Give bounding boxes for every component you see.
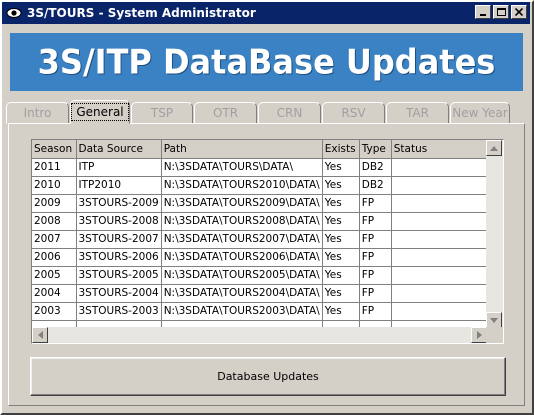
maximize-button[interactable] [493,5,509,19]
cell-status[interactable] [391,302,490,321]
cell-path[interactable]: N:\3SDATA\TOURS2003\DATA\ [161,302,323,321]
column-header-status[interactable]: Status [391,140,490,159]
cell-season[interactable]: 2007 [32,230,77,249]
table-row[interactable]: 2009 3STOURS-2009 N:\3SDATA\TOURS2009\DATA… [32,194,490,213]
cell-exists[interactable]: Yes [322,176,360,195]
cell-data-source[interactable]: 3STOURS-2004 [76,284,162,303]
tab-tar[interactable]: TAR [386,102,449,124]
data-sources-table: Season Data Source Path Exists Type Stat… [32,140,490,339]
cell-data-source[interactable]: 3STOURS-2003 [76,302,162,321]
cell-exists[interactable]: Yes [322,302,360,321]
cell-type[interactable]: DB2 [359,176,392,195]
cell-path[interactable]: N:\3SDATA\TOURS2010\DATA\ [161,176,323,195]
cell-exists[interactable]: Yes [322,248,360,267]
cell-data-source[interactable]: 3STOURS-2008 [76,212,162,231]
cell-exists[interactable]: Yes [322,194,360,213]
tab-intro[interactable]: Intro [6,102,69,124]
scrollbar-corner [486,327,503,343]
cell-path[interactable]: N:\3SDATA\TOURS2007\DATA\ [161,230,323,249]
cell-season[interactable]: 2010 [32,176,77,195]
tab-otr[interactable]: OTR [194,102,257,124]
column-header-season[interactable]: Season [32,140,77,159]
cell-path[interactable]: N:\3SDATA\TOURS2009\DATA\ [161,194,323,213]
cell-data-source[interactable]: ITP [76,158,162,177]
cell-data-source[interactable]: 3STOURS-2007 [76,230,162,249]
cell-exists[interactable]: Yes [322,284,360,303]
cell-path[interactable]: N:\3SDATA\TOURS2005\DATA\ [161,266,323,285]
cell-status[interactable] [391,248,490,267]
cell-season[interactable]: 2003 [32,302,77,321]
grid-horizontal-scrollbar[interactable] [32,327,487,343]
cell-exists[interactable]: Yes [322,212,360,231]
cell-type[interactable]: FP [359,302,392,321]
grid-vertical-scrollbar[interactable] [486,140,503,328]
cell-type[interactable]: FP [359,212,392,231]
cell-exists[interactable]: Yes [322,158,360,177]
table-row[interactable]: 2003 3STOURS-2003 N:\3SDATA\TOURS2003\DATA… [32,302,490,321]
table-row[interactable]: 2007 3STOURS-2007 N:\3SDATA\TOURS2007\DATA… [32,230,490,249]
cell-status[interactable] [391,230,490,249]
column-header-type[interactable]: Type [359,140,392,159]
table-row[interactable]: 2006 3STOURS-2006 N:\3SDATA\TOURS2006\DATA… [32,248,490,267]
cell-season[interactable]: 2006 [32,248,77,267]
window-title: 3S/TOURS - System Administrator [27,6,256,20]
eye-app-icon [5,4,23,22]
table-row[interactable]: 2008 3STOURS-2008 N:\3SDATA\TOURS2008\DATA… [32,212,490,231]
cell-type[interactable]: FP [359,194,392,213]
column-header-exists[interactable]: Exists [322,140,360,159]
cell-status[interactable] [391,176,490,195]
cell-type[interactable]: FP [359,248,392,267]
cell-type[interactable]: FP [359,266,392,285]
cell-status[interactable] [391,194,490,213]
cell-status[interactable] [391,266,490,285]
banner-title: 3S/ITP DataBase Updates [37,42,496,82]
column-header-data-source[interactable]: Data Source [76,140,162,159]
minimize-button[interactable] [475,5,491,19]
cell-type[interactable]: FP [359,230,392,249]
cell-data-source[interactable]: 3STOURS-2005 [76,266,162,285]
scroll-down-icon[interactable] [486,312,502,328]
table-row[interactable]: 2010 ITP2010 N:\3SDATA\TOURS2010\DATA\ Yes D… [32,176,490,195]
cell-season[interactable]: 2009 [32,194,77,213]
cell-path[interactable]: N:\3SDATA\TOURS2006\DATA\ [161,248,323,267]
tab-rsv[interactable]: RSV [322,102,385,124]
cell-exists[interactable]: Yes [322,230,360,249]
cell-path[interactable]: N:\3SDATA\TOURS2008\DATA\ [161,212,323,231]
scroll-right-icon[interactable] [471,327,487,343]
cell-type[interactable]: FP [359,284,392,303]
tab-general[interactable]: General [70,100,130,124]
tab-crn[interactable]: CRN [258,102,321,124]
column-header-path[interactable]: Path [161,140,323,159]
table-row[interactable]: 2011 ITP N:\3SDATA\TOURS\DATA\ Yes DB2 [32,158,490,177]
cell-status[interactable] [391,212,490,231]
cell-status[interactable] [391,158,490,177]
header-banner: 3S/ITP DataBase Updates [10,33,523,91]
cell-data-source[interactable]: ITP2010 [76,176,162,195]
cell-type[interactable]: DB2 [359,158,392,177]
tab-tsp[interactable]: TSP [131,102,193,124]
scroll-up-icon[interactable] [486,140,502,156]
cell-exists[interactable]: Yes [322,266,360,285]
cell-data-source[interactable]: 3STOURS-2009 [76,194,162,213]
close-button[interactable] [511,5,527,19]
title-bar[interactable]: 3S/TOURS - System Administrator [2,2,530,24]
cell-path[interactable]: N:\3SDATA\TOURS2004\DATA\ [161,284,323,303]
cell-status[interactable] [391,284,490,303]
data-sources-grid[interactable]: Season Data Source Path Exists Type Stat… [31,139,504,344]
cell-season[interactable]: 2011 [32,158,77,177]
tab-new-year[interactable]: New Year [450,102,510,124]
database-updates-button[interactable]: Database Updates [30,357,506,396]
table-row[interactable]: 2005 3STOURS-2005 N:\3SDATA\TOURS2005\DATA… [32,266,490,285]
scroll-left-icon[interactable] [32,327,48,343]
tab-strip: Intro General TSP OTR CRN RSV TAR New Ye… [6,100,511,124]
cell-season[interactable]: 2004 [32,284,77,303]
cell-season[interactable]: 2005 [32,266,77,285]
grid-header-row: Season Data Source Path Exists Type Stat… [32,140,490,159]
cell-path[interactable]: N:\3SDATA\TOURS\DATA\ [161,158,323,177]
cell-data-source[interactable]: 3STOURS-2006 [76,248,162,267]
cell-season[interactable]: 2008 [32,212,77,231]
table-row[interactable]: 2004 3STOURS-2004 N:\3SDATA\TOURS2004\DATA… [32,284,490,303]
